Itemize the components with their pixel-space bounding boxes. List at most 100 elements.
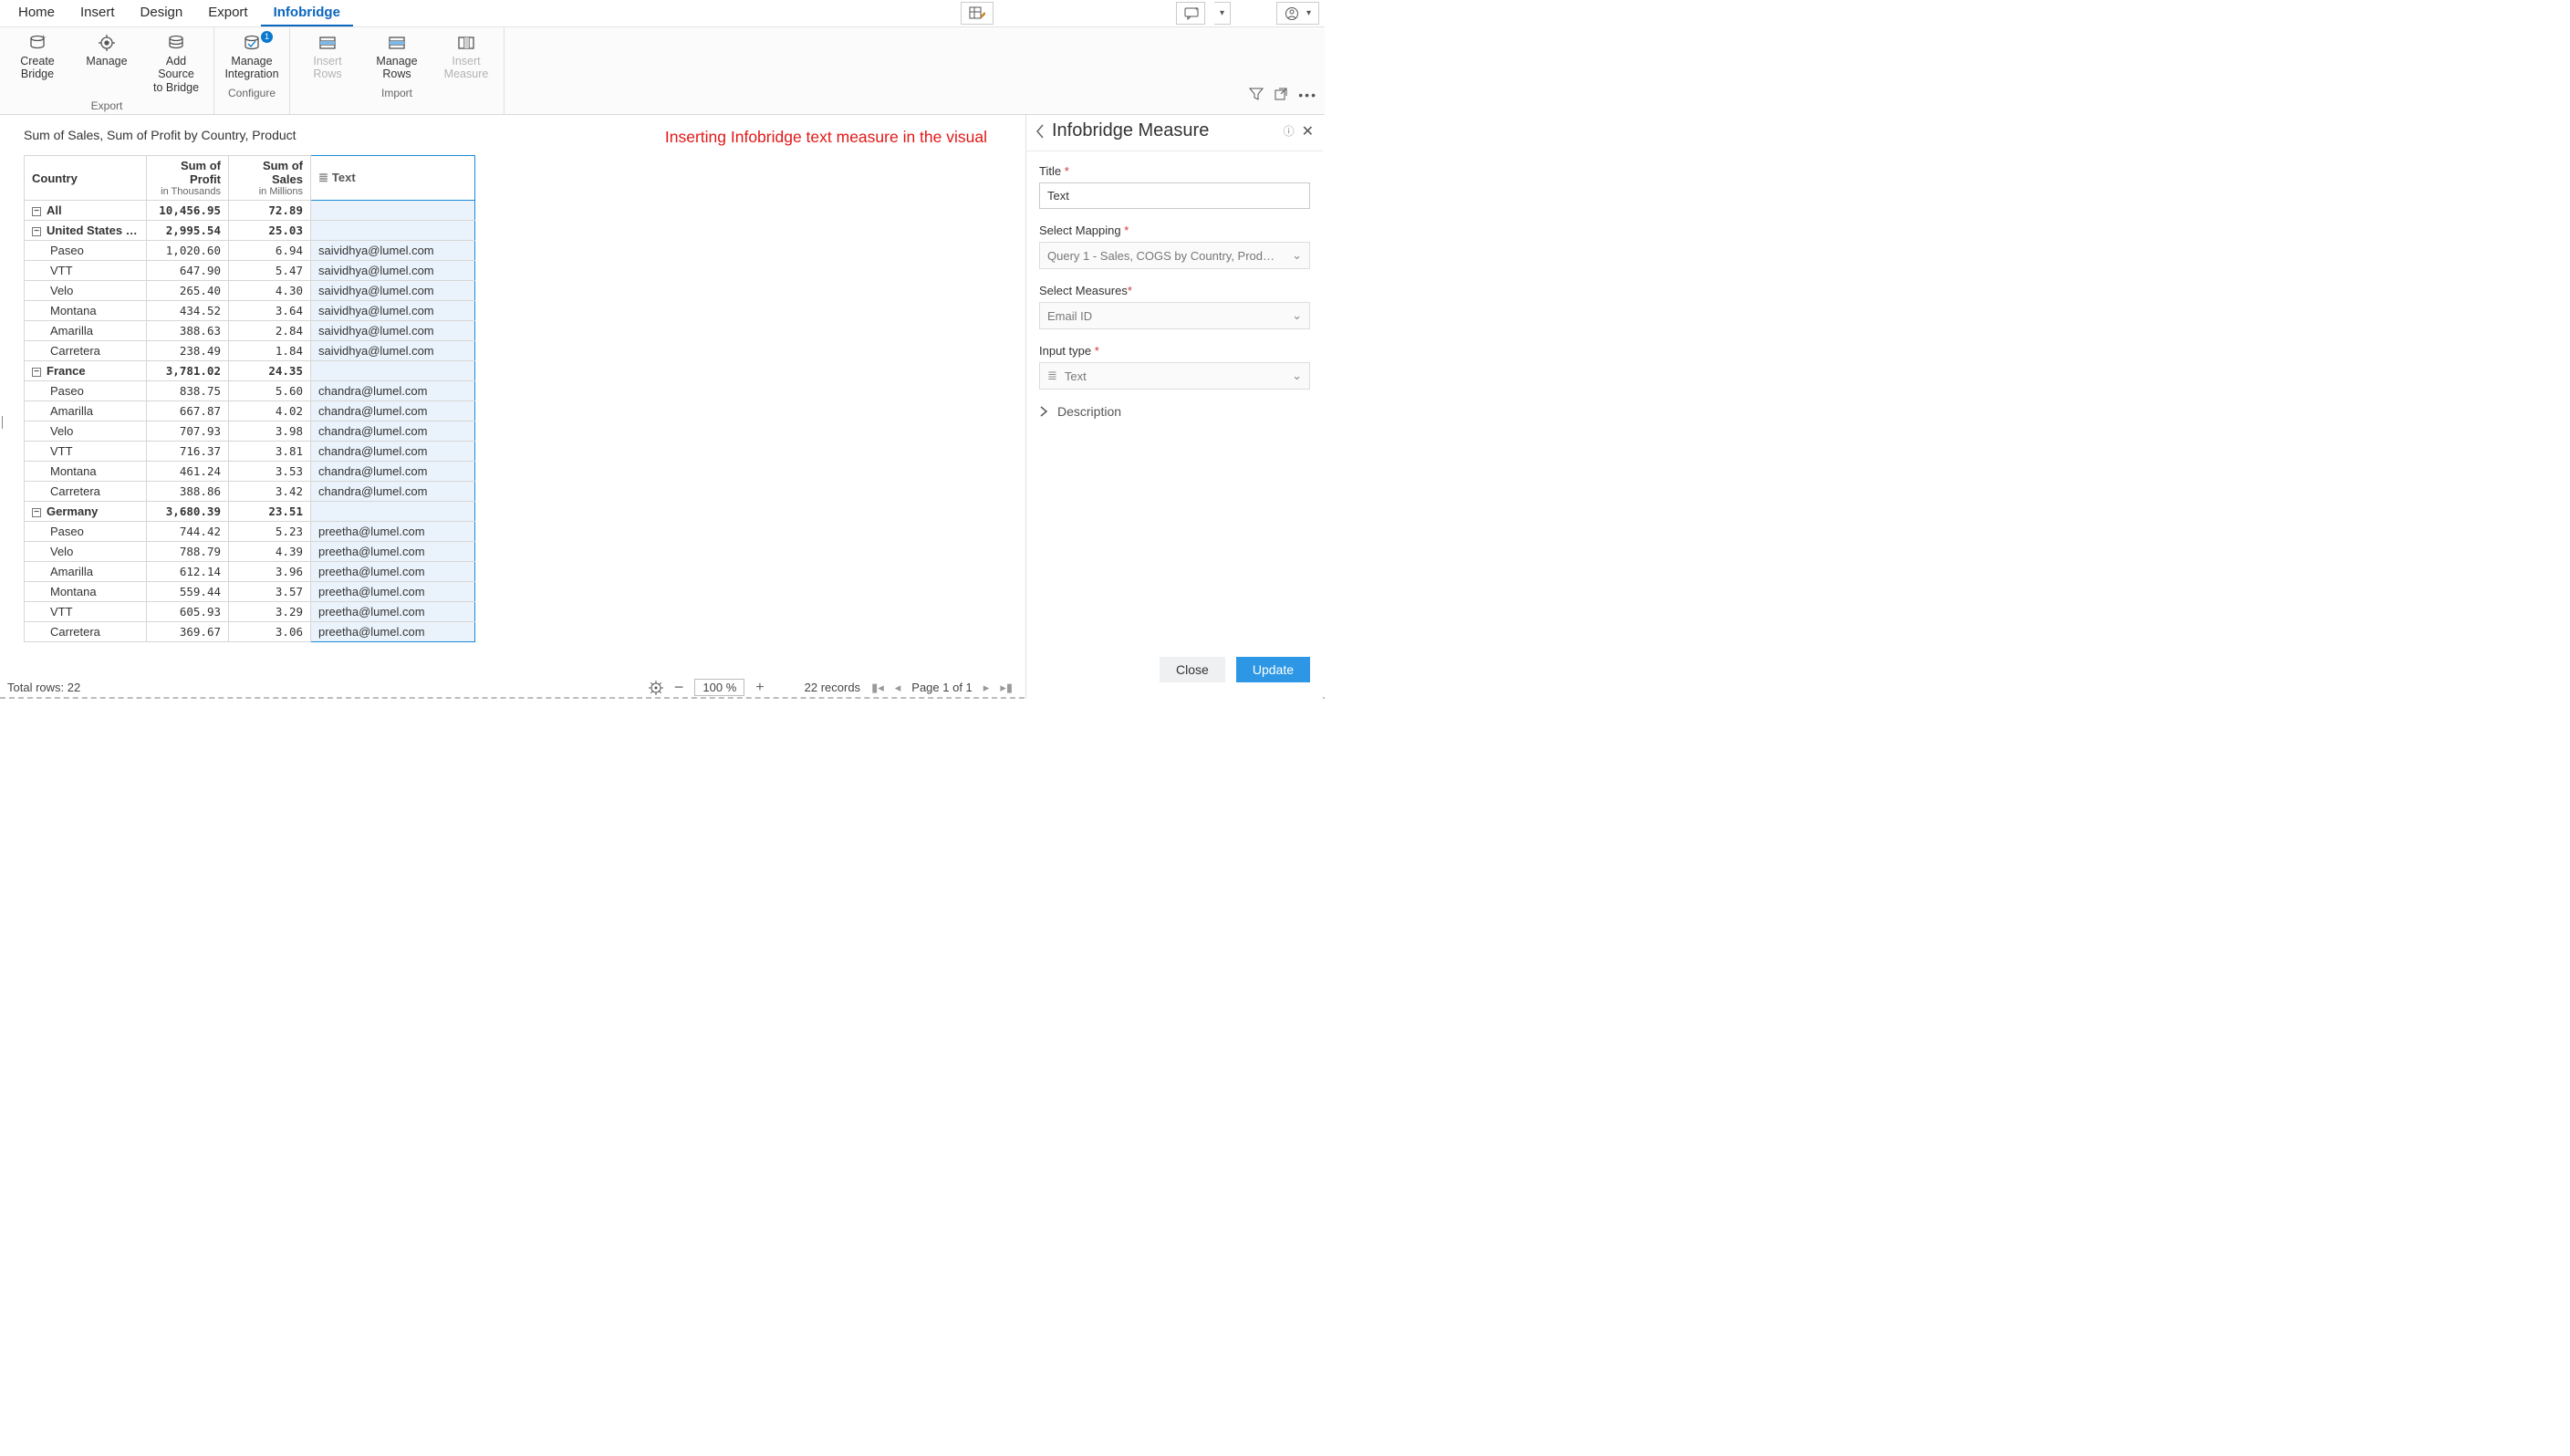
cell-text[interactable] (311, 201, 475, 221)
cell-sales[interactable]: 72.89 (229, 201, 311, 221)
cell-text[interactable]: preetha@lumel.com (311, 522, 475, 542)
tab-home[interactable]: Home (5, 0, 68, 26)
cell-profit[interactable]: 605.93 (147, 602, 229, 622)
cell-sales[interactable]: 4.02 (229, 401, 311, 421)
cell-country[interactable]: Paseo (25, 381, 147, 401)
collapse-icon[interactable]: − (32, 368, 41, 377)
add-source-button[interactable]: Add Sourceto Bridge (148, 33, 204, 94)
cell-sales[interactable]: 3.29 (229, 602, 311, 622)
close-button[interactable]: Close (1160, 657, 1225, 682)
table-row[interactable]: −All10,456.9572.89 (25, 201, 475, 221)
cell-sales[interactable]: 5.23 (229, 522, 311, 542)
cell-country[interactable]: −All (25, 201, 147, 221)
table-row[interactable]: Velo788.794.39preetha@lumel.com (25, 542, 475, 562)
cell-text[interactable]: chandra@lumel.com (311, 401, 475, 421)
cell-country[interactable]: Amarilla (25, 321, 147, 341)
zoom-out-button[interactable]: − (674, 678, 684, 697)
cell-sales[interactable]: 4.30 (229, 281, 311, 301)
cell-profit[interactable]: 744.42 (147, 522, 229, 542)
cell-sales[interactable]: 25.03 (229, 221, 311, 241)
manage-integration-button[interactable]: ManageIntegration1 (224, 33, 280, 81)
cell-sales[interactable]: 3.53 (229, 462, 311, 482)
table-row[interactable]: Amarilla612.143.96preetha@lumel.com (25, 562, 475, 582)
collapse-icon[interactable]: − (32, 508, 41, 517)
cell-country[interactable]: VTT (25, 602, 147, 622)
cell-text[interactable]: preetha@lumel.com (311, 542, 475, 562)
cell-text[interactable]: saividhya@lumel.com (311, 261, 475, 281)
table-row[interactable]: VTT716.373.81chandra@lumel.com (25, 442, 475, 462)
update-button[interactable]: Update (1236, 657, 1310, 682)
cell-country[interactable]: Velo (25, 421, 147, 442)
table-row[interactable]: Montana434.523.64saividhya@lumel.com (25, 301, 475, 321)
cell-text[interactable] (311, 221, 475, 241)
page-first-button[interactable]: ▮◂ (871, 681, 884, 695)
cell-profit[interactable]: 3,781.02 (147, 361, 229, 381)
mapping-select[interactable]: Query 1 - Sales, COGS by Country, Produc… (1039, 242, 1310, 269)
more-icon[interactable]: ••• (1298, 88, 1317, 102)
cell-text[interactable] (311, 361, 475, 381)
cell-text[interactable]: saividhya@lumel.com (311, 341, 475, 361)
cell-country[interactable]: Montana (25, 462, 147, 482)
table-row[interactable]: Amarilla388.632.84saividhya@lumel.com (25, 321, 475, 341)
comment-dropdown[interactable]: ▾ (1214, 2, 1231, 25)
cell-profit[interactable]: 838.75 (147, 381, 229, 401)
table-row[interactable]: VTT647.905.47saividhya@lumel.com (25, 261, 475, 281)
table-row[interactable]: Velo707.933.98chandra@lumel.com (25, 421, 475, 442)
measures-select[interactable]: Email ID ⌄ (1039, 302, 1310, 329)
cell-profit[interactable]: 388.63 (147, 321, 229, 341)
table-row[interactable]: Montana559.443.57preetha@lumel.com (25, 582, 475, 602)
cell-profit[interactable]: 612.14 (147, 562, 229, 582)
popout-icon[interactable] (1275, 88, 1287, 102)
cell-country[interactable]: Paseo (25, 522, 147, 542)
cell-text[interactable]: preetha@lumel.com (311, 622, 475, 642)
page-prev-button[interactable]: ◂ (895, 681, 901, 695)
cell-country[interactable]: VTT (25, 261, 147, 281)
cell-sales[interactable]: 6.94 (229, 241, 311, 261)
cell-profit[interactable]: 10,456.95 (147, 201, 229, 221)
cell-country[interactable]: Carretera (25, 622, 147, 642)
create-bridge-button[interactable]: +CreateBridge (9, 33, 66, 94)
table-row[interactable]: Paseo838.755.60chandra@lumel.com (25, 381, 475, 401)
comment-button[interactable]: + (1176, 2, 1205, 25)
cell-sales[interactable]: 3.64 (229, 301, 311, 321)
cell-text[interactable]: chandra@lumel.com (311, 421, 475, 442)
cell-country[interactable]: Velo (25, 281, 147, 301)
collapse-icon[interactable]: − (32, 207, 41, 216)
page-last-button[interactable]: ▸▮ (1000, 681, 1013, 695)
cell-text[interactable]: chandra@lumel.com (311, 442, 475, 462)
cell-country[interactable]: Paseo (25, 241, 147, 261)
table-row[interactable]: Paseo744.425.23preetha@lumel.com (25, 522, 475, 542)
manage-rows-button[interactable]: ManageRows (369, 33, 425, 81)
table-row[interactable]: VTT605.933.29preetha@lumel.com (25, 602, 475, 622)
table-row[interactable]: Carretera388.863.42chandra@lumel.com (25, 482, 475, 502)
tab-design[interactable]: Design (128, 0, 196, 26)
cell-country[interactable]: Montana (25, 301, 147, 321)
panel-back-button[interactable] (1035, 124, 1045, 139)
cell-text[interactable]: preetha@lumel.com (311, 602, 475, 622)
cell-sales[interactable]: 4.39 (229, 542, 311, 562)
table-row[interactable]: −France3,781.0224.35 (25, 361, 475, 381)
table-row[interactable]: Montana461.243.53chandra@lumel.com (25, 462, 475, 482)
cell-country[interactable]: Amarilla (25, 401, 147, 421)
cell-sales[interactable]: 1.84 (229, 341, 311, 361)
table-row[interactable]: −United States …2,995.5425.03 (25, 221, 475, 241)
collapse-icon[interactable]: − (32, 227, 41, 236)
cell-country[interactable]: Carretera (25, 341, 147, 361)
table-row[interactable]: Paseo1,020.606.94saividhya@lumel.com (25, 241, 475, 261)
page-next-button[interactable]: ▸ (983, 681, 990, 695)
cell-country[interactable]: VTT (25, 442, 147, 462)
cell-profit[interactable]: 667.87 (147, 401, 229, 421)
cell-country[interactable]: −Germany (25, 502, 147, 522)
col-header-sales[interactable]: Sum of Sales in Millions (229, 156, 311, 201)
cell-profit[interactable]: 265.40 (147, 281, 229, 301)
tab-export[interactable]: Export (195, 0, 260, 26)
cell-profit[interactable]: 647.90 (147, 261, 229, 281)
cell-profit[interactable]: 461.24 (147, 462, 229, 482)
settings-icon[interactable] (649, 681, 663, 695)
cell-profit[interactable]: 369.67 (147, 622, 229, 642)
cell-profit[interactable]: 716.37 (147, 442, 229, 462)
description-toggle[interactable]: Description (1039, 404, 1310, 419)
cell-profit[interactable]: 434.52 (147, 301, 229, 321)
filter-icon[interactable] (1249, 88, 1264, 102)
table-row[interactable]: Carretera238.491.84saividhya@lumel.com (25, 341, 475, 361)
